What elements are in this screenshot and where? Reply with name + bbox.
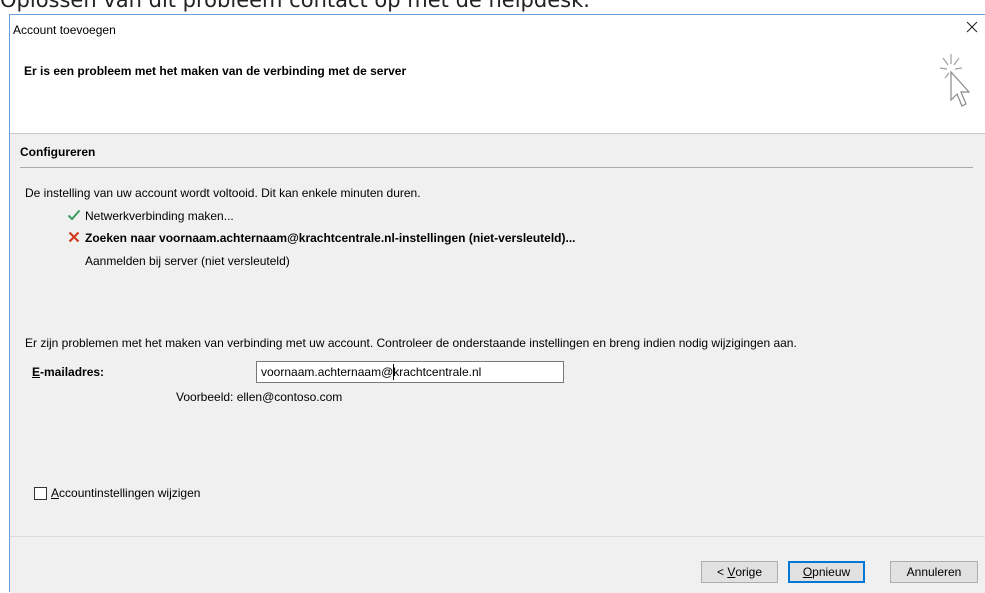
cancel-button[interactable]: Annuleren [890, 561, 978, 583]
retry-accelerator: O [802, 565, 813, 579]
step-login: Aanmelden bij server (niet versleuteld) [85, 253, 290, 269]
step-label: Aanmelden bij server (niet versleuteld) [85, 254, 290, 268]
intro-text: De instelling van uw account wordt volto… [25, 186, 421, 200]
email-input[interactable] [256, 361, 564, 383]
wizard-cursor-icon [935, 50, 975, 120]
step-network: Netwerkverbinding maken... [67, 208, 234, 224]
email-label-accelerator: E [32, 365, 41, 379]
change-settings-checkbox[interactable] [34, 486, 47, 500]
window-title: Account toevoegen [13, 23, 116, 37]
change-settings-accelerator: A [51, 486, 60, 500]
close-icon[interactable] [964, 19, 980, 35]
section-divider [20, 167, 973, 168]
retry-label-rest: pnieuw [812, 565, 851, 579]
change-settings-label[interactable]: Accountinstellingen wijzigen [51, 486, 200, 500]
text-cursor [393, 364, 394, 380]
wizard-header: Er is een probleem met het maken van de … [10, 45, 985, 133]
previous-accelerator: V [727, 565, 736, 579]
email-label: E-mailadres: [32, 365, 104, 379]
problem-message: Er zijn problemen met het maken van verb… [25, 336, 797, 350]
previous-button[interactable]: < Vorige [701, 561, 778, 583]
button-bar: < Vorige Opnieuw Annuleren [10, 537, 985, 593]
previous-prefix: < [716, 565, 728, 579]
section-title: Configureren [20, 145, 96, 159]
email-label-rest: -mailadres: [40, 365, 105, 379]
background-text: Oplossen van dit probleem contact op met… [0, 0, 590, 12]
email-example: Voorbeeld: ellen@contoso.com [176, 390, 343, 404]
change-settings-option[interactable]: Accountinstellingen wijzigen [34, 486, 200, 500]
add-account-dialog: Account toevoegen Er is een probleem met… [9, 14, 985, 593]
header-title: Er is een probleem met het maken van de … [24, 64, 407, 78]
change-settings-label-rest: ccountinstellingen wijzigen [59, 486, 201, 500]
step-search: Zoeken naar voornaam.achternaam@krachtce… [68, 230, 576, 246]
checkmark-icon [67, 208, 81, 222]
content-panel: Configureren De instelling van uw accoun… [10, 134, 985, 536]
title-bar: Account toevoegen [10, 15, 985, 45]
previous-label-rest: orige [735, 565, 763, 579]
retry-button[interactable]: Opnieuw [788, 561, 865, 583]
step-label: Zoeken naar voornaam.achternaam@krachtce… [85, 231, 576, 245]
error-x-icon [67, 230, 81, 244]
background-window-strip: Oplossen van dit probleem contact op met… [0, 0, 985, 14]
